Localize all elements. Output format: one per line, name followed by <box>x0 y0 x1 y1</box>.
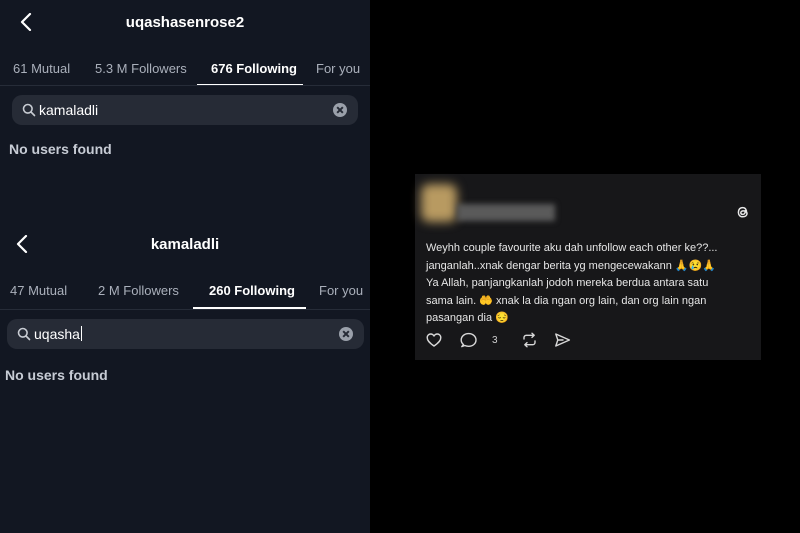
post-line: Weyhh couple favourite aku dah unfollow … <box>426 242 718 254</box>
emoji: 🙏😢🙏 <box>674 259 716 272</box>
search-input[interactable]: uqasha <box>7 319 364 349</box>
search-value: uqasha <box>34 326 82 342</box>
tab-following[interactable]: 676 Following <box>211 61 297 76</box>
tab-bar: 47 Mutual 2 M Followers 260 Following Fo… <box>0 272 370 310</box>
clear-icon[interactable] <box>333 103 347 117</box>
tab-followers[interactable]: 2 M Followers <box>98 283 179 298</box>
following-panel-uqasha: uqashasenrose2 61 Mutual 5.3 M Followers… <box>0 0 370 213</box>
search-value: kamaladli <box>39 102 99 118</box>
post-text: Weyhh couple favourite aku dah unfollow … <box>426 240 752 328</box>
tab-for-you[interactable]: For you <box>316 61 360 76</box>
tab-followers[interactable]: 5.3 M Followers <box>95 61 187 76</box>
clear-icon[interactable] <box>339 327 353 341</box>
threads-post-card: Weyhh couple favourite aku dah unfollow … <box>415 174 761 360</box>
comment-icon[interactable] <box>460 332 478 348</box>
threads-logo-icon <box>737 206 748 218</box>
post-line: janganlah..xnak dengar berita yg mengece… <box>426 259 716 272</box>
emoji: 🤲 <box>479 294 493 307</box>
tab-divider <box>0 85 370 86</box>
tab-bar: 61 Mutual 5.3 M Followers 676 Following … <box>0 50 370 88</box>
heart-icon[interactable] <box>426 332 442 348</box>
repost-icon[interactable] <box>521 332 538 348</box>
profile-username: uqashasenrose2 <box>125 14 245 31</box>
no-users-message: No users found <box>5 367 108 383</box>
tab-for-you[interactable]: For you <box>319 283 363 298</box>
profile-username: kamaladli <box>150 236 220 253</box>
reply-count: 3 <box>492 335 498 346</box>
post-line: sama lain. 🤲 xnak la dia ngan org lain, … <box>426 294 707 307</box>
post-line: pasangan dia 😔 <box>426 312 509 324</box>
search-icon <box>17 327 31 341</box>
search-icon <box>22 103 36 117</box>
tab-divider <box>0 309 370 310</box>
tab-mutual[interactable]: 61 Mutual <box>13 61 70 76</box>
blurred-username <box>457 204 555 221</box>
share-icon[interactable] <box>554 332 571 348</box>
no-users-message: No users found <box>9 141 112 157</box>
search-input[interactable]: kamaladli <box>12 95 358 125</box>
tab-mutual[interactable]: 47 Mutual <box>10 283 67 298</box>
following-panel-kamaladli: kamaladli 47 Mutual 2 M Followers 260 Fo… <box>0 213 370 533</box>
tab-following[interactable]: 260 Following <box>209 283 295 298</box>
emoji: 😔 <box>495 312 509 324</box>
blurred-avatar <box>421 184 457 222</box>
post-line: Ya Allah, panjangkanlah jodoh mereka ber… <box>426 277 709 289</box>
